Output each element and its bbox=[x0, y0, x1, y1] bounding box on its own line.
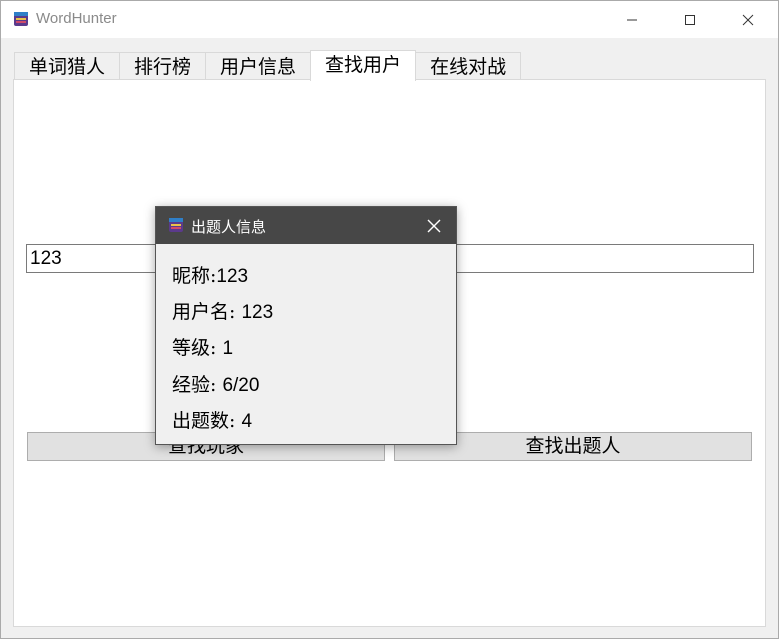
title-bar[interactable]: WordHunter bbox=[1, 1, 778, 38]
close-button[interactable] bbox=[719, 1, 777, 38]
tab-word-hunter[interactable]: 单词猎人 bbox=[14, 52, 121, 81]
minimize-icon bbox=[627, 19, 637, 20]
info-nickname: 昵称:123 bbox=[172, 265, 249, 287]
setter-info-dialog: 出题人信息 昵称:123 用户名: 123 等级: 1 经验: 6/20 出题数… bbox=[155, 206, 457, 445]
info-level: 等级: 1 bbox=[172, 337, 234, 359]
info-username: 用户名: 123 bbox=[172, 301, 274, 323]
tab-user-info[interactable]: 用户信息 bbox=[205, 52, 312, 81]
info-question-count: 出题数: 4 bbox=[172, 410, 253, 432]
minimize-button[interactable] bbox=[603, 1, 661, 38]
app-icon bbox=[14, 12, 28, 26]
tab-find-user[interactable]: 查找用户 bbox=[310, 50, 417, 81]
dialog-title-bar[interactable]: 出题人信息 bbox=[156, 207, 456, 244]
maximize-button[interactable] bbox=[661, 1, 719, 38]
tab-leaderboard[interactable]: 排行榜 bbox=[119, 52, 207, 81]
info-experience: 经验: 6/20 bbox=[172, 374, 260, 396]
app-icon bbox=[169, 218, 183, 232]
tab-online-battle[interactable]: 在线对战 bbox=[415, 52, 522, 81]
maximize-icon bbox=[685, 14, 695, 25]
dialog-close-button[interactable] bbox=[412, 207, 456, 244]
close-icon bbox=[742, 14, 754, 25]
tab-bar: 单词猎人 排行榜 用户信息 查找用户 在线对战 bbox=[14, 50, 522, 81]
window-title: WordHunter bbox=[36, 10, 117, 27]
close-icon bbox=[427, 219, 441, 232]
dialog-title: 出题人信息 bbox=[191, 218, 267, 236]
